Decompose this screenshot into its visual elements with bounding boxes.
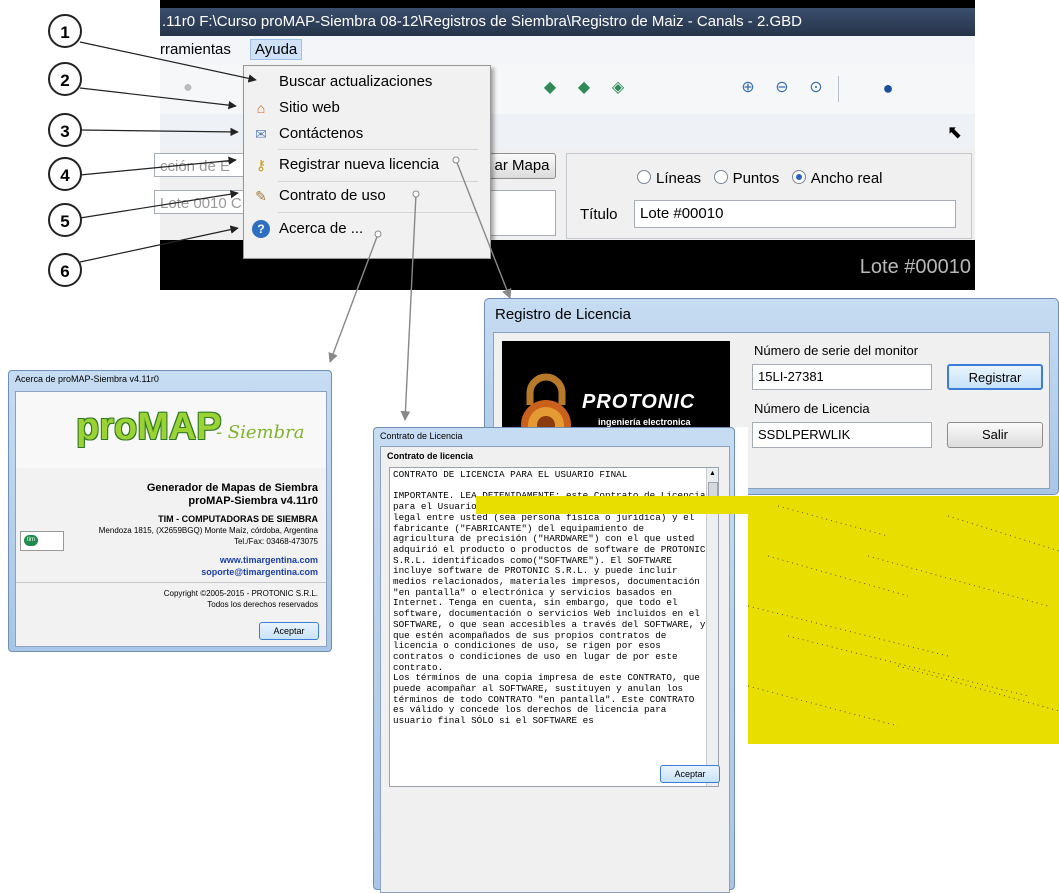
about-window-frame: Acerca de proMAP-Siembra v4.11r0 proMAP … — [8, 370, 332, 652]
house-globe-icon: ⌂ — [256, 100, 266, 116]
menu-herramientas[interactable]: rramientas — [156, 40, 235, 59]
help-dropdown-menu: Buscar actualizaciones ⌂ Sitio web ✉ Con… — [243, 65, 491, 259]
radio-label: Ancho real — [810, 170, 883, 187]
radio-button-selected[interactable] — [791, 170, 806, 184]
lot-field[interactable]: Lote 0010 C — [154, 190, 256, 214]
zoom-fit-icon[interactable]: ⊙ — [806, 78, 826, 98]
serial-input[interactable]: 15LI-27381 — [752, 364, 932, 390]
callout-4: 4 — [48, 157, 82, 191]
protonic-subtitle: ingeniería electronica — [598, 417, 691, 427]
menu-item-label: Contáctenos — [279, 125, 364, 142]
about-product-line: Generador de Mapas de Siembra — [146, 482, 318, 494]
map-tool-icon[interactable]: ◆ — [574, 78, 594, 98]
license-label: Número de Licencia — [754, 401, 870, 416]
radio-puntos[interactable]: Puntos — [713, 170, 780, 187]
promap-banner: proMAP - Siembra — [16, 392, 326, 468]
title-input[interactable]: Lote #00010 — [634, 200, 956, 228]
acerca-de-window: Acerca de proMAP-Siembra v4.11r0 proMAP … — [8, 370, 348, 665]
about-email-link[interactable]: soporte@timargentina.com — [201, 567, 318, 577]
about-rights: Todos los derechos reservados — [207, 600, 318, 609]
menu-ayuda[interactable]: Ayuda — [250, 39, 303, 60]
radio-button[interactable] — [637, 170, 651, 184]
globe-icon[interactable]: ● — [878, 78, 898, 98]
radio-label: Líneas — [656, 170, 702, 187]
contract-accept-button[interactable]: Aceptar — [660, 765, 720, 783]
help-icon: ? — [252, 220, 270, 238]
disabled-tool-icon: ● — [183, 79, 193, 96]
callout-3: 3 — [48, 113, 82, 147]
register-button[interactable]: Registrar — [947, 364, 1043, 390]
menu-separator — [278, 212, 478, 213]
divider — [16, 582, 326, 583]
selection-field[interactable]: cción de E — [154, 153, 256, 177]
contract-textbox[interactable]: CONTRATO DE LICENCIA PARA EL USUARIO FIN… — [389, 467, 719, 787]
about-phone: Tel./Fax: 03468-473075 — [233, 537, 318, 546]
map-yellow-strip — [476, 496, 748, 514]
about-company: TIM - COMPUTADORAS DE SIEMBRA — [158, 514, 318, 524]
serial-label: Número de serie del monitor — [754, 343, 919, 358]
callout-5: 5 — [48, 203, 82, 237]
map-title: Lote #00010 — [859, 256, 971, 278]
callout-1: 1 — [48, 14, 82, 48]
scroll-up-icon[interactable]: ▲ — [709, 470, 716, 477]
about-accept-button[interactable]: Aceptar — [259, 622, 319, 640]
menu-separator — [278, 149, 478, 150]
menu-item-contactenos[interactable]: ✉ Contáctenos — [244, 121, 488, 147]
radio-label: Puntos — [732, 170, 780, 187]
about-website-link[interactable]: www.timargentina.com — [220, 555, 318, 565]
tim-logo-mark: tim — [24, 535, 38, 546]
planting-map-view — [748, 496, 1059, 744]
lot-list[interactable] — [486, 190, 556, 236]
toolbar-separator — [838, 76, 839, 102]
menu-item-sitio-web[interactable]: ⌂ Sitio web — [244, 95, 488, 121]
registro-window-title: Registro de Licencia — [495, 306, 631, 323]
contract-window-title: Contrato de Licencia — [380, 431, 463, 441]
render-mode-group: Líneas Puntos Ancho real — [637, 170, 883, 187]
key-icon: ⚷ — [255, 157, 267, 173]
menu-item-label: Acerca de ... — [279, 220, 364, 237]
map-upload-icon[interactable]: ◈ — [608, 78, 628, 98]
zoom-in-icon[interactable]: ⊕ — [738, 78, 758, 98]
envelope-icon: ✉ — [255, 126, 267, 142]
menu-item-contrato-de-uso[interactable]: ✎ Contrato de uso — [244, 183, 488, 209]
document-icon: ✎ — [255, 188, 267, 204]
license-input[interactable]: SSDLPERWLIK — [752, 422, 932, 448]
zoom-out-icon[interactable]: ⊖ — [772, 78, 792, 98]
menu-item-label: Registrar nueva licencia — [279, 156, 440, 173]
menu-item-acerca-de[interactable]: ? Acerca de ... — [244, 216, 488, 242]
about-window-title: Acerca de proMAP-Siembra v4.11r0 — [15, 374, 159, 384]
menu-item-label: Buscar actualizaciones — [279, 73, 433, 90]
window-titlebar: .11r0 F:\Curso proMAP-Siembra 08-12\Regi… — [160, 8, 975, 36]
menu-separator — [278, 181, 478, 182]
about-address: Mendoza 1815, (X2659BGQ) Monte Maíz, cór… — [98, 526, 318, 535]
contract-scrollbar[interactable]: ▲ ▼ — [706, 468, 718, 786]
tim-logo: tim — [20, 531, 64, 551]
radio-ancho-real[interactable]: Ancho real — [791, 170, 883, 187]
menu-item-buscar-actualizaciones[interactable]: Buscar actualizaciones — [244, 69, 488, 95]
exit-button[interactable]: Salir — [947, 422, 1043, 448]
radio-lineas[interactable]: Líneas — [637, 170, 701, 187]
about-copyright: Copyright ©2005-2015 - PROTONIC S.R.L. — [163, 589, 318, 598]
show-map-button[interactable]: ar Mapa — [488, 153, 556, 179]
radio-button[interactable] — [713, 170, 728, 184]
promap-logo: proMAP — [76, 406, 222, 448]
window-title: .11r0 F:\Curso proMAP-Siembra 08-12\Regi… — [162, 13, 802, 30]
protonic-brand: PROTONIC — [582, 391, 696, 413]
callout-6: 6 — [48, 253, 82, 287]
menu-item-label: Sitio web — [279, 99, 340, 116]
about-version: proMAP-Siembra v4.11r0 — [188, 495, 318, 507]
planting-rows — [748, 505, 1059, 727]
menu-item-registrar-licencia[interactable]: ⚷ Registrar nueva licencia — [244, 152, 488, 178]
callout-2: 2 — [48, 62, 82, 96]
map-tool-icon[interactable]: ◆ — [540, 78, 560, 98]
about-window-body: proMAP - Siembra Generador de Mapas de S… — [15, 391, 327, 647]
title-label: Título — [580, 206, 618, 223]
menu-bar: rramientas Ayuda — [160, 36, 975, 65]
contract-heading: Contrato de licencia — [387, 451, 474, 461]
mouse-cursor-icon: ⬉ — [947, 122, 963, 142]
menu-item-label: Contrato de uso — [279, 187, 386, 204]
promap-logo-sub: - Siembra — [216, 422, 305, 443]
